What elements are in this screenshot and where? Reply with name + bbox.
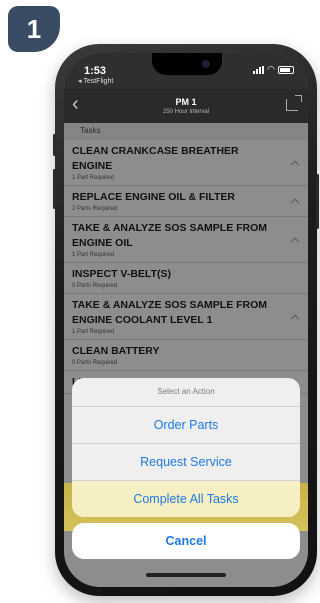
action-sheet: Select an Action Order Parts Request Ser… [72, 378, 300, 517]
chevron-up-icon[interactable] [290, 237, 300, 246]
task-row[interactable]: TAKE & ANALYZE SOS SAMPLE FROM ENGINE CO… [64, 294, 308, 340]
task-name: CLEAN CRANKCASE BREATHER ENGINE [72, 145, 239, 172]
chevron-up-icon[interactable] [290, 198, 300, 208]
complete-all-tasks-button[interactable]: Complete All Tasks [72, 481, 300, 517]
task-parts-required: 1 Part Required [72, 329, 115, 335]
task-row[interactable]: INSPECT V-BELT(S) 0 Parts Required [64, 263, 308, 294]
phone-frame: 1:53 ◂ TestFlight ◠ ‹ PM 1 250 Hour Inte… [53, 44, 319, 596]
task-name: REPLACE ENGINE OIL & FILTER [72, 191, 235, 203]
phone-power-button [316, 174, 319, 229]
back-to-app-link[interactable]: ◂ TestFlight [78, 77, 113, 85]
task-row[interactable]: TAKE & ANALYZE SOS SAMPLE FROM ENGINE OI… [64, 217, 308, 263]
phone-side-button [53, 134, 56, 156]
nav-bar: ‹ PM 1 250 Hour Interval [64, 89, 308, 123]
page-title: PM 1 [175, 97, 197, 107]
camera-icon [202, 60, 210, 68]
task-row[interactable]: REPLACE ENGINE OIL & FILTER 2 Parts Requi… [64, 186, 308, 217]
task-name: CLEAN BATTERY [72, 345, 160, 357]
step-badge: 1 [8, 6, 60, 52]
task-parts-required: 1 Part Required [72, 252, 115, 258]
task-parts-required: 2 Parts Required [72, 206, 118, 212]
home-indicator [146, 573, 226, 577]
cancel-button[interactable]: Cancel [72, 523, 300, 559]
status-icons: ◠ [253, 65, 294, 74]
status-time: 1:53 [84, 65, 107, 77]
task-row[interactable]: CLEAN BATTERY 0 Parts Required [64, 340, 308, 371]
task-name: TAKE & ANALYZE SOS SAMPLE FROM ENGINE OI… [72, 222, 268, 249]
request-service-button[interactable]: Request Service [72, 444, 300, 481]
task-name: INSPECT V-BELT(S) [72, 268, 171, 280]
page-subtitle: 250 Hour Interval [162, 109, 210, 115]
task-name: TAKE & ANALYZE SOS SAMPLE FROM ENGINE CO… [72, 299, 268, 326]
battery-icon [278, 65, 294, 74]
share-icon[interactable] [286, 95, 302, 111]
task-parts-required: 1 Part Required [72, 175, 115, 181]
chevron-up-icon[interactable] [290, 160, 300, 169]
task-row[interactable]: CLEAN CRANKCASE BREATHER ENGINE 1 Part Re… [64, 140, 308, 186]
phone-screen: 1:53 ◂ TestFlight ◠ ‹ PM 1 250 Hour Inte… [64, 53, 308, 587]
notch [152, 53, 222, 75]
tasks-section-header: Tasks [64, 123, 308, 140]
task-parts-required: 0 Parts Required [72, 283, 118, 289]
signal-icon [253, 65, 265, 74]
order-parts-button[interactable]: Order Parts [72, 407, 300, 444]
chevron-up-icon[interactable] [290, 314, 300, 323]
wifi-icon: ◠ [267, 64, 275, 74]
task-parts-required: 0 Parts Required [72, 360, 118, 366]
action-sheet-title: Select an Action [72, 378, 300, 407]
phone-volume-button [53, 169, 56, 209]
